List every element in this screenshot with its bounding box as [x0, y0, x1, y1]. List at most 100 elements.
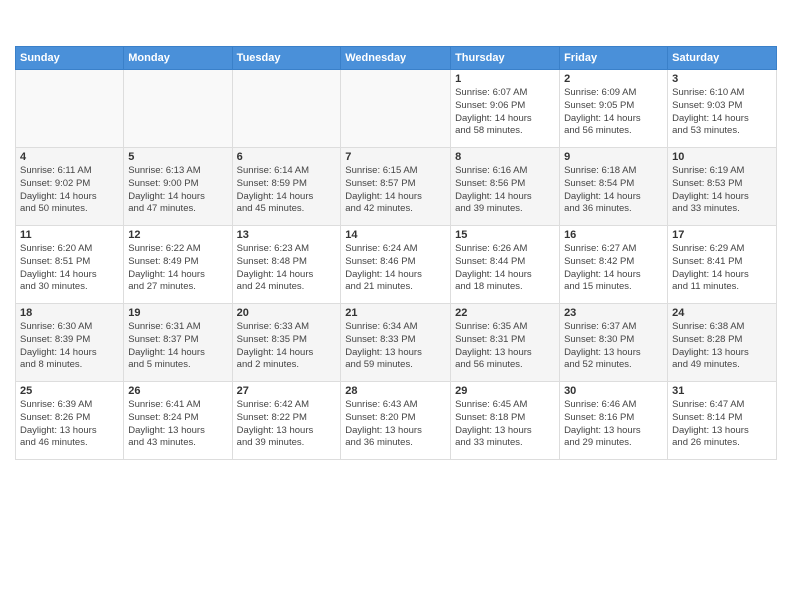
day-info: Sunrise: 6:33 AM Sunset: 8:35 PM Dayligh…	[237, 321, 337, 372]
day-number: 13	[237, 229, 337, 241]
day-number: 9	[564, 151, 663, 163]
day-number: 28	[345, 385, 446, 397]
calendar-cell: 4 Sunrise: 6:11 AM Sunset: 9:02 PM Daylig…	[16, 148, 124, 226]
day-number: 3	[672, 73, 772, 85]
calendar-cell	[341, 70, 451, 148]
day-number: 24	[672, 307, 772, 319]
calendar-cell: 3 Sunrise: 6:10 AM Sunset: 9:03 PM Daylig…	[668, 70, 777, 148]
day-number: 25	[20, 385, 119, 397]
calendar-cell: 1 Sunrise: 6:07 AM Sunset: 9:06 PM Daylig…	[451, 70, 560, 148]
day-info: Sunrise: 6:31 AM Sunset: 8:37 PM Dayligh…	[128, 321, 227, 372]
day-info: Sunrise: 6:09 AM Sunset: 9:05 PM Dayligh…	[564, 87, 663, 138]
calendar-cell	[124, 70, 232, 148]
day-number: 12	[128, 229, 227, 241]
calendar-cell: 17 Sunrise: 6:29 AM Sunset: 8:41 PM Dayli…	[668, 226, 777, 304]
day-info: Sunrise: 6:39 AM Sunset: 8:26 PM Dayligh…	[20, 399, 119, 450]
day-number: 11	[20, 229, 119, 241]
calendar-cell	[232, 70, 341, 148]
day-info: Sunrise: 6:07 AM Sunset: 9:06 PM Dayligh…	[455, 87, 555, 138]
day-info: Sunrise: 6:10 AM Sunset: 9:03 PM Dayligh…	[672, 87, 772, 138]
calendar-cell: 14 Sunrise: 6:24 AM Sunset: 8:46 PM Dayli…	[341, 226, 451, 304]
calendar-cell: 31 Sunrise: 6:47 AM Sunset: 8:14 PM Dayli…	[668, 382, 777, 460]
day-number: 26	[128, 385, 227, 397]
calendar: SundayMondayTuesdayWednesdayThursdayFrid…	[15, 46, 777, 460]
weekday-header: Friday	[560, 47, 668, 70]
day-info: Sunrise: 6:26 AM Sunset: 8:44 PM Dayligh…	[455, 243, 555, 294]
weekday-header: Saturday	[668, 47, 777, 70]
calendar-cell	[16, 70, 124, 148]
weekday-header: Tuesday	[232, 47, 341, 70]
day-info: Sunrise: 6:27 AM Sunset: 8:42 PM Dayligh…	[564, 243, 663, 294]
day-info: Sunrise: 6:16 AM Sunset: 8:56 PM Dayligh…	[455, 165, 555, 216]
day-number: 1	[455, 73, 555, 85]
day-number: 17	[672, 229, 772, 241]
day-info: Sunrise: 6:46 AM Sunset: 8:16 PM Dayligh…	[564, 399, 663, 450]
day-info: Sunrise: 6:45 AM Sunset: 8:18 PM Dayligh…	[455, 399, 555, 450]
day-info: Sunrise: 6:47 AM Sunset: 8:14 PM Dayligh…	[672, 399, 772, 450]
day-number: 7	[345, 151, 446, 163]
calendar-cell: 13 Sunrise: 6:23 AM Sunset: 8:48 PM Dayli…	[232, 226, 341, 304]
day-info: Sunrise: 6:18 AM Sunset: 8:54 PM Dayligh…	[564, 165, 663, 216]
day-number: 22	[455, 307, 555, 319]
day-number: 19	[128, 307, 227, 319]
calendar-cell: 24 Sunrise: 6:38 AM Sunset: 8:28 PM Dayli…	[668, 304, 777, 382]
calendar-cell: 12 Sunrise: 6:22 AM Sunset: 8:49 PM Dayli…	[124, 226, 232, 304]
day-info: Sunrise: 6:11 AM Sunset: 9:02 PM Dayligh…	[20, 165, 119, 216]
calendar-cell: 8 Sunrise: 6:16 AM Sunset: 8:56 PM Daylig…	[451, 148, 560, 226]
calendar-cell: 19 Sunrise: 6:31 AM Sunset: 8:37 PM Dayli…	[124, 304, 232, 382]
calendar-cell: 30 Sunrise: 6:46 AM Sunset: 8:16 PM Dayli…	[560, 382, 668, 460]
calendar-cell: 9 Sunrise: 6:18 AM Sunset: 8:54 PM Daylig…	[560, 148, 668, 226]
day-info: Sunrise: 6:41 AM Sunset: 8:24 PM Dayligh…	[128, 399, 227, 450]
weekday-header: Monday	[124, 47, 232, 70]
calendar-cell: 18 Sunrise: 6:30 AM Sunset: 8:39 PM Dayli…	[16, 304, 124, 382]
day-info: Sunrise: 6:13 AM Sunset: 9:00 PM Dayligh…	[128, 165, 227, 216]
day-info: Sunrise: 6:42 AM Sunset: 8:22 PM Dayligh…	[237, 399, 337, 450]
calendar-cell: 27 Sunrise: 6:42 AM Sunset: 8:22 PM Dayli…	[232, 382, 341, 460]
calendar-cell: 21Sunrise: 6:34 AM Sunset: 8:33 PM Dayli…	[341, 304, 451, 382]
day-info: Sunrise: 6:43 AM Sunset: 8:20 PM Dayligh…	[345, 399, 446, 450]
day-info: Sunrise: 6:37 AM Sunset: 8:30 PM Dayligh…	[564, 321, 663, 372]
day-number: 15	[455, 229, 555, 241]
calendar-cell: 15 Sunrise: 6:26 AM Sunset: 8:44 PM Dayli…	[451, 226, 560, 304]
day-info: Sunrise: 6:29 AM Sunset: 8:41 PM Dayligh…	[672, 243, 772, 294]
day-number: 18	[20, 307, 119, 319]
day-number: 29	[455, 385, 555, 397]
day-info: Sunrise: 6:30 AM Sunset: 8:39 PM Dayligh…	[20, 321, 119, 372]
calendar-cell: 20Sunrise: 6:33 AM Sunset: 8:35 PM Dayli…	[232, 304, 341, 382]
calendar-cell: 7Sunrise: 6:15 AM Sunset: 8:57 PM Daylig…	[341, 148, 451, 226]
day-info: Sunrise: 6:35 AM Sunset: 8:31 PM Dayligh…	[455, 321, 555, 372]
day-number: 14	[345, 229, 446, 241]
day-number: 6	[237, 151, 337, 163]
day-number: 30	[564, 385, 663, 397]
logo	[15, 10, 47, 38]
calendar-cell: 22 Sunrise: 6:35 AM Sunset: 8:31 PM Dayli…	[451, 304, 560, 382]
day-number: 21	[345, 307, 446, 319]
calendar-cell: 23 Sunrise: 6:37 AM Sunset: 8:30 PM Dayli…	[560, 304, 668, 382]
day-info: Sunrise: 6:19 AM Sunset: 8:53 PM Dayligh…	[672, 165, 772, 216]
calendar-cell: 10 Sunrise: 6:19 AM Sunset: 8:53 PM Dayli…	[668, 148, 777, 226]
calendar-cell: 16 Sunrise: 6:27 AM Sunset: 8:42 PM Dayli…	[560, 226, 668, 304]
day-info: Sunrise: 6:38 AM Sunset: 8:28 PM Dayligh…	[672, 321, 772, 372]
calendar-cell: 29 Sunrise: 6:45 AM Sunset: 8:18 PM Dayli…	[451, 382, 560, 460]
day-number: 16	[564, 229, 663, 241]
day-number: 23	[564, 307, 663, 319]
day-number: 27	[237, 385, 337, 397]
day-number: 10	[672, 151, 772, 163]
calendar-cell: 11 Sunrise: 6:20 AM Sunset: 8:51 PM Dayli…	[16, 226, 124, 304]
day-number: 4	[20, 151, 119, 163]
day-info: Sunrise: 6:23 AM Sunset: 8:48 PM Dayligh…	[237, 243, 337, 294]
day-info: Sunrise: 6:20 AM Sunset: 8:51 PM Dayligh…	[20, 243, 119, 294]
calendar-cell: 28 Sunrise: 6:43 AM Sunset: 8:20 PM Dayli…	[341, 382, 451, 460]
header	[15, 10, 777, 38]
day-number: 2	[564, 73, 663, 85]
day-info: Sunrise: 6:24 AM Sunset: 8:46 PM Dayligh…	[345, 243, 446, 294]
weekday-header: Thursday	[451, 47, 560, 70]
day-info: Sunrise: 6:22 AM Sunset: 8:49 PM Dayligh…	[128, 243, 227, 294]
day-number: 31	[672, 385, 772, 397]
calendar-cell: 25 Sunrise: 6:39 AM Sunset: 8:26 PM Dayli…	[16, 382, 124, 460]
calendar-cell: 26 Sunrise: 6:41 AM Sunset: 8:24 PM Dayli…	[124, 382, 232, 460]
weekday-header: Sunday	[16, 47, 124, 70]
page: SundayMondayTuesdayWednesdayThursdayFrid…	[0, 0, 792, 612]
calendar-cell: 2 Sunrise: 6:09 AM Sunset: 9:05 PM Daylig…	[560, 70, 668, 148]
day-number: 8	[455, 151, 555, 163]
